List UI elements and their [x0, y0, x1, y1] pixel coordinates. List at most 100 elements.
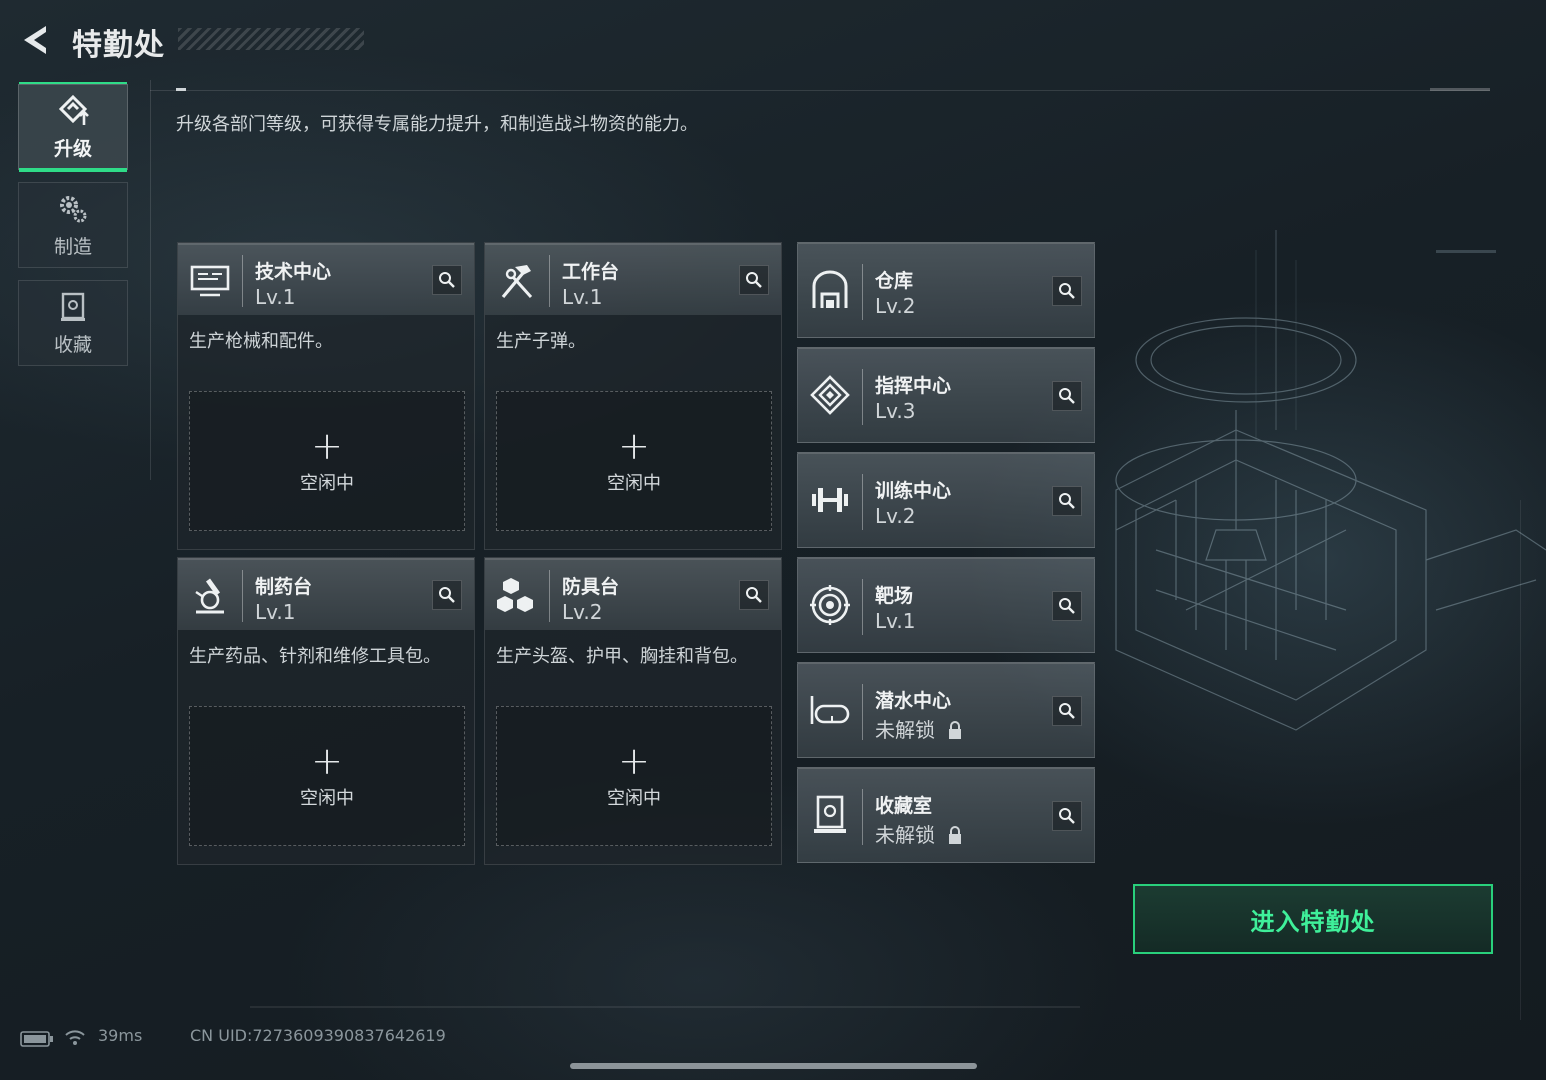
search-button[interactable] [1052, 591, 1082, 621]
dumbbell-icon [812, 488, 848, 512]
chip-icon [810, 375, 850, 415]
back-arrow-icon[interactable] [16, 20, 56, 60]
wifi-icon [65, 1030, 85, 1045]
facility-level: Lv.2 [875, 294, 916, 318]
search-icon [1059, 598, 1075, 614]
ping-value: 39ms [98, 1026, 143, 1045]
tab-craft[interactable]: 制造 [18, 182, 128, 268]
slot-status: 空闲中 [607, 473, 661, 494]
header-divider [862, 789, 863, 845]
plus-icon: + [311, 739, 343, 783]
enter-button[interactable]: 进入特勤处 [1133, 884, 1493, 954]
tab-upgrade[interactable]: 升级 [18, 82, 128, 172]
search-button[interactable] [1052, 696, 1082, 726]
cubes-icon [497, 578, 533, 612]
header-divider [549, 255, 550, 307]
hammer-wrench-icon [501, 265, 533, 299]
divider [150, 90, 1490, 91]
facility-level: Lv.1 [255, 600, 296, 624]
facility-name: 指挥中心 [875, 375, 952, 397]
facility-row-training-center[interactable]: 训练中心 Lv.2 [797, 452, 1095, 548]
search-button[interactable] [1052, 276, 1082, 306]
card-header: 工作台 Lv.1 [485, 243, 781, 315]
header-divider [242, 255, 243, 307]
production-slot[interactable]: + 空闲中 [496, 706, 772, 846]
facility-name: 技术中心 [255, 261, 332, 283]
search-button[interactable] [739, 580, 769, 610]
search-button[interactable] [432, 265, 462, 295]
facility-lock-status: 未解锁 [875, 718, 935, 742]
monitor-icon [190, 265, 230, 297]
facility-description: 生产头盔、护甲、胸挂和背包。 [496, 646, 748, 667]
header-divider [862, 474, 863, 530]
header-divider [549, 570, 550, 622]
search-icon [1059, 388, 1075, 404]
facility-card-tech-center[interactable]: 技术中心 Lv.1 生产枪械和配件。 + 空闲中 [177, 242, 475, 550]
facility-name: 潜水中心 [875, 690, 952, 712]
facility-card-armor-bench[interactable]: 防具台 Lv.2 生产头盔、护甲、胸挂和背包。 + 空闲中 [484, 557, 782, 865]
search-button[interactable] [1052, 801, 1082, 831]
facility-row-command-center[interactable]: 指挥中心 Lv.3 [797, 347, 1095, 443]
production-slot[interactable]: + 空闲中 [496, 391, 772, 531]
facility-description: 生产子弹。 [496, 331, 586, 352]
facility-level: Lv.1 [255, 285, 296, 309]
facility-row-collection-room[interactable]: 收藏室 未解锁 [797, 767, 1095, 863]
header-divider [862, 264, 863, 320]
page-description: 升级各部门等级，可获得专属能力提升，和制造战斗物资的能力。 [176, 114, 698, 135]
divider-accent [1430, 88, 1490, 91]
facility-row-shooting-range[interactable]: 靶场 Lv.1 [797, 557, 1095, 653]
slot-status: 空闲中 [300, 788, 354, 809]
slot-status: 空闲中 [607, 788, 661, 809]
plus-icon: + [311, 424, 343, 468]
facility-card-workbench[interactable]: 工作台 Lv.1 生产子弹。 + 空闲中 [484, 242, 782, 550]
target-icon [810, 585, 850, 625]
search-button[interactable] [1052, 486, 1082, 516]
production-slot[interactable]: + 空闲中 [189, 391, 465, 531]
home-indicator[interactable] [570, 1063, 977, 1069]
card-header: 制药台 Lv.1 [178, 558, 474, 630]
search-icon [1059, 283, 1075, 299]
facility-description: 生产药品、针剂和维修工具包。 [189, 646, 441, 667]
search-button[interactable] [739, 265, 769, 295]
search-icon [439, 272, 455, 288]
search-icon [439, 587, 455, 603]
divider-vertical [150, 80, 151, 480]
facility-row-diving-center[interactable]: 潜水中心 未解锁 [797, 662, 1095, 758]
facility-level: Lv.1 [562, 285, 603, 309]
search-button[interactable] [1052, 381, 1082, 411]
divider-vertical [1520, 500, 1521, 1020]
search-icon [1059, 493, 1075, 509]
microscope-icon [195, 578, 224, 614]
lock-icon [949, 721, 962, 739]
base-wireframe-illustration [1115, 230, 1546, 731]
page-title: 特勤处 [72, 28, 165, 63]
diving-mask-icon [810, 696, 850, 724]
upgrade-icon [58, 94, 89, 125]
header-divider [862, 579, 863, 635]
collection-icon [61, 292, 85, 321]
search-button[interactable] [432, 580, 462, 610]
divider [250, 1006, 1080, 1008]
lock-icon [949, 826, 962, 844]
facility-row-warehouse[interactable]: 仓库 Lv.2 [797, 242, 1095, 338]
production-slot[interactable]: + 空闲中 [189, 706, 465, 846]
facility-lock-status: 未解锁 [875, 823, 935, 847]
card-header: 技术中心 Lv.1 [178, 243, 474, 315]
facility-name: 仓库 [875, 270, 914, 292]
gears-icon [60, 195, 87, 222]
facility-name: 训练中心 [875, 480, 952, 502]
facility-level: Lv.1 [875, 609, 916, 633]
header-divider [862, 684, 863, 740]
facility-level: 未解锁 [875, 714, 963, 743]
search-icon [1059, 808, 1075, 824]
header-divider [862, 369, 863, 425]
tab-collection[interactable]: 收藏 [18, 280, 128, 366]
facility-card-pharmacy[interactable]: 制药台 Lv.1 生产药品、针剂和维修工具包。 + 空闲中 [177, 557, 475, 865]
facility-level: Lv.2 [875, 504, 916, 528]
facility-name: 靶场 [875, 585, 914, 607]
enter-button-label: 进入特勤处 [1250, 907, 1376, 936]
battery-icon [20, 1031, 53, 1047]
facility-name: 防具台 [562, 576, 620, 598]
facility-level: Lv.2 [562, 600, 603, 624]
title-decoration [178, 28, 364, 50]
